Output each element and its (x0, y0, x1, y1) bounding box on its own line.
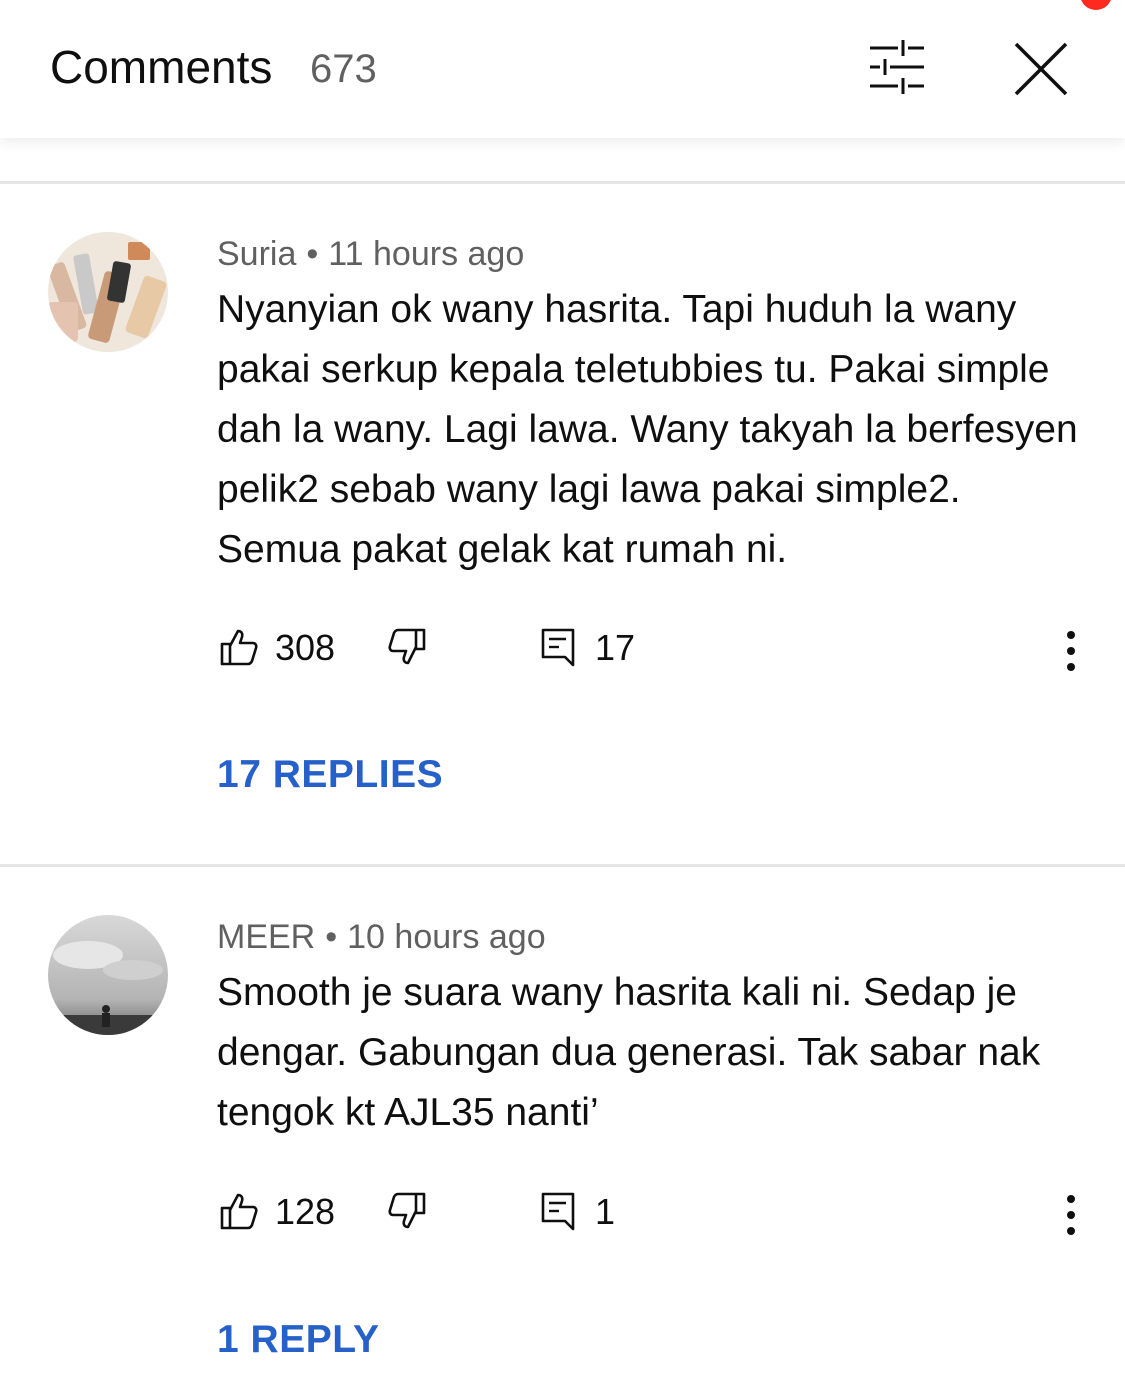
thumbs-down-icon (388, 1192, 426, 1229)
comment-actions: 308 17 (217, 627, 1097, 677)
sort-filter-button[interactable] (862, 36, 932, 96)
comments-count: 673 (310, 47, 377, 91)
reply-button[interactable] (539, 627, 579, 667)
more-vert-icon (1067, 631, 1075, 671)
divider (0, 864, 1125, 867)
thumbs-up-icon (220, 1193, 258, 1230)
comments-title: Comments (50, 41, 273, 93)
reply-button[interactable] (539, 1191, 579, 1231)
reply-icon (541, 1192, 575, 1231)
comment-menu-button[interactable] (1061, 1193, 1081, 1237)
comment-text: Nyanyian ok wany hasrita. Tapi huduh la … (217, 288, 1078, 571)
comment-meta: MEER • 10 hours ago (217, 917, 546, 957)
comment-menu-button[interactable] (1061, 629, 1081, 673)
like-button[interactable] (219, 627, 259, 667)
reply-count: 17 (595, 627, 636, 668)
author-name[interactable]: MEER (217, 918, 315, 956)
meta-separator: • (325, 918, 338, 956)
comment-actions: 128 1 (217, 1191, 1097, 1241)
reply-icon (541, 628, 575, 667)
view-replies-link[interactable]: 1 REPLY (217, 1317, 379, 1363)
like-button[interactable] (219, 1191, 259, 1231)
divider (0, 181, 1125, 184)
comment-text: Smooth je suara wany hasrita kali ni. Se… (217, 971, 1041, 1134)
author-name[interactable]: Suria (217, 235, 296, 273)
avatar-image (48, 915, 168, 1035)
close-icon (1014, 42, 1068, 96)
like-count: 308 (275, 627, 336, 668)
reply-count: 1 (595, 1191, 616, 1232)
dislike-button[interactable] (387, 627, 427, 667)
comment-time: 10 hours ago (347, 918, 546, 956)
more-vert-icon (1067, 1195, 1075, 1235)
view-replies-link[interactable]: 17 REPLIES (217, 752, 443, 798)
sliders-icon (870, 40, 924, 94)
comments-header: Comments 673 (0, 0, 1125, 138)
avatar[interactable] (48, 232, 168, 352)
notification-dot (1080, 0, 1112, 10)
like-count: 128 (275, 1191, 336, 1232)
avatar-image (48, 232, 168, 352)
avatar[interactable] (48, 915, 168, 1035)
comment-meta: Suria • 11 hours ago (217, 234, 524, 274)
dislike-button[interactable] (387, 1191, 427, 1231)
close-button[interactable] (1008, 36, 1074, 102)
thumbs-down-icon (388, 628, 426, 665)
comment-time: 11 hours ago (328, 235, 525, 273)
thumbs-up-icon (220, 629, 258, 666)
meta-separator: • (306, 235, 319, 273)
